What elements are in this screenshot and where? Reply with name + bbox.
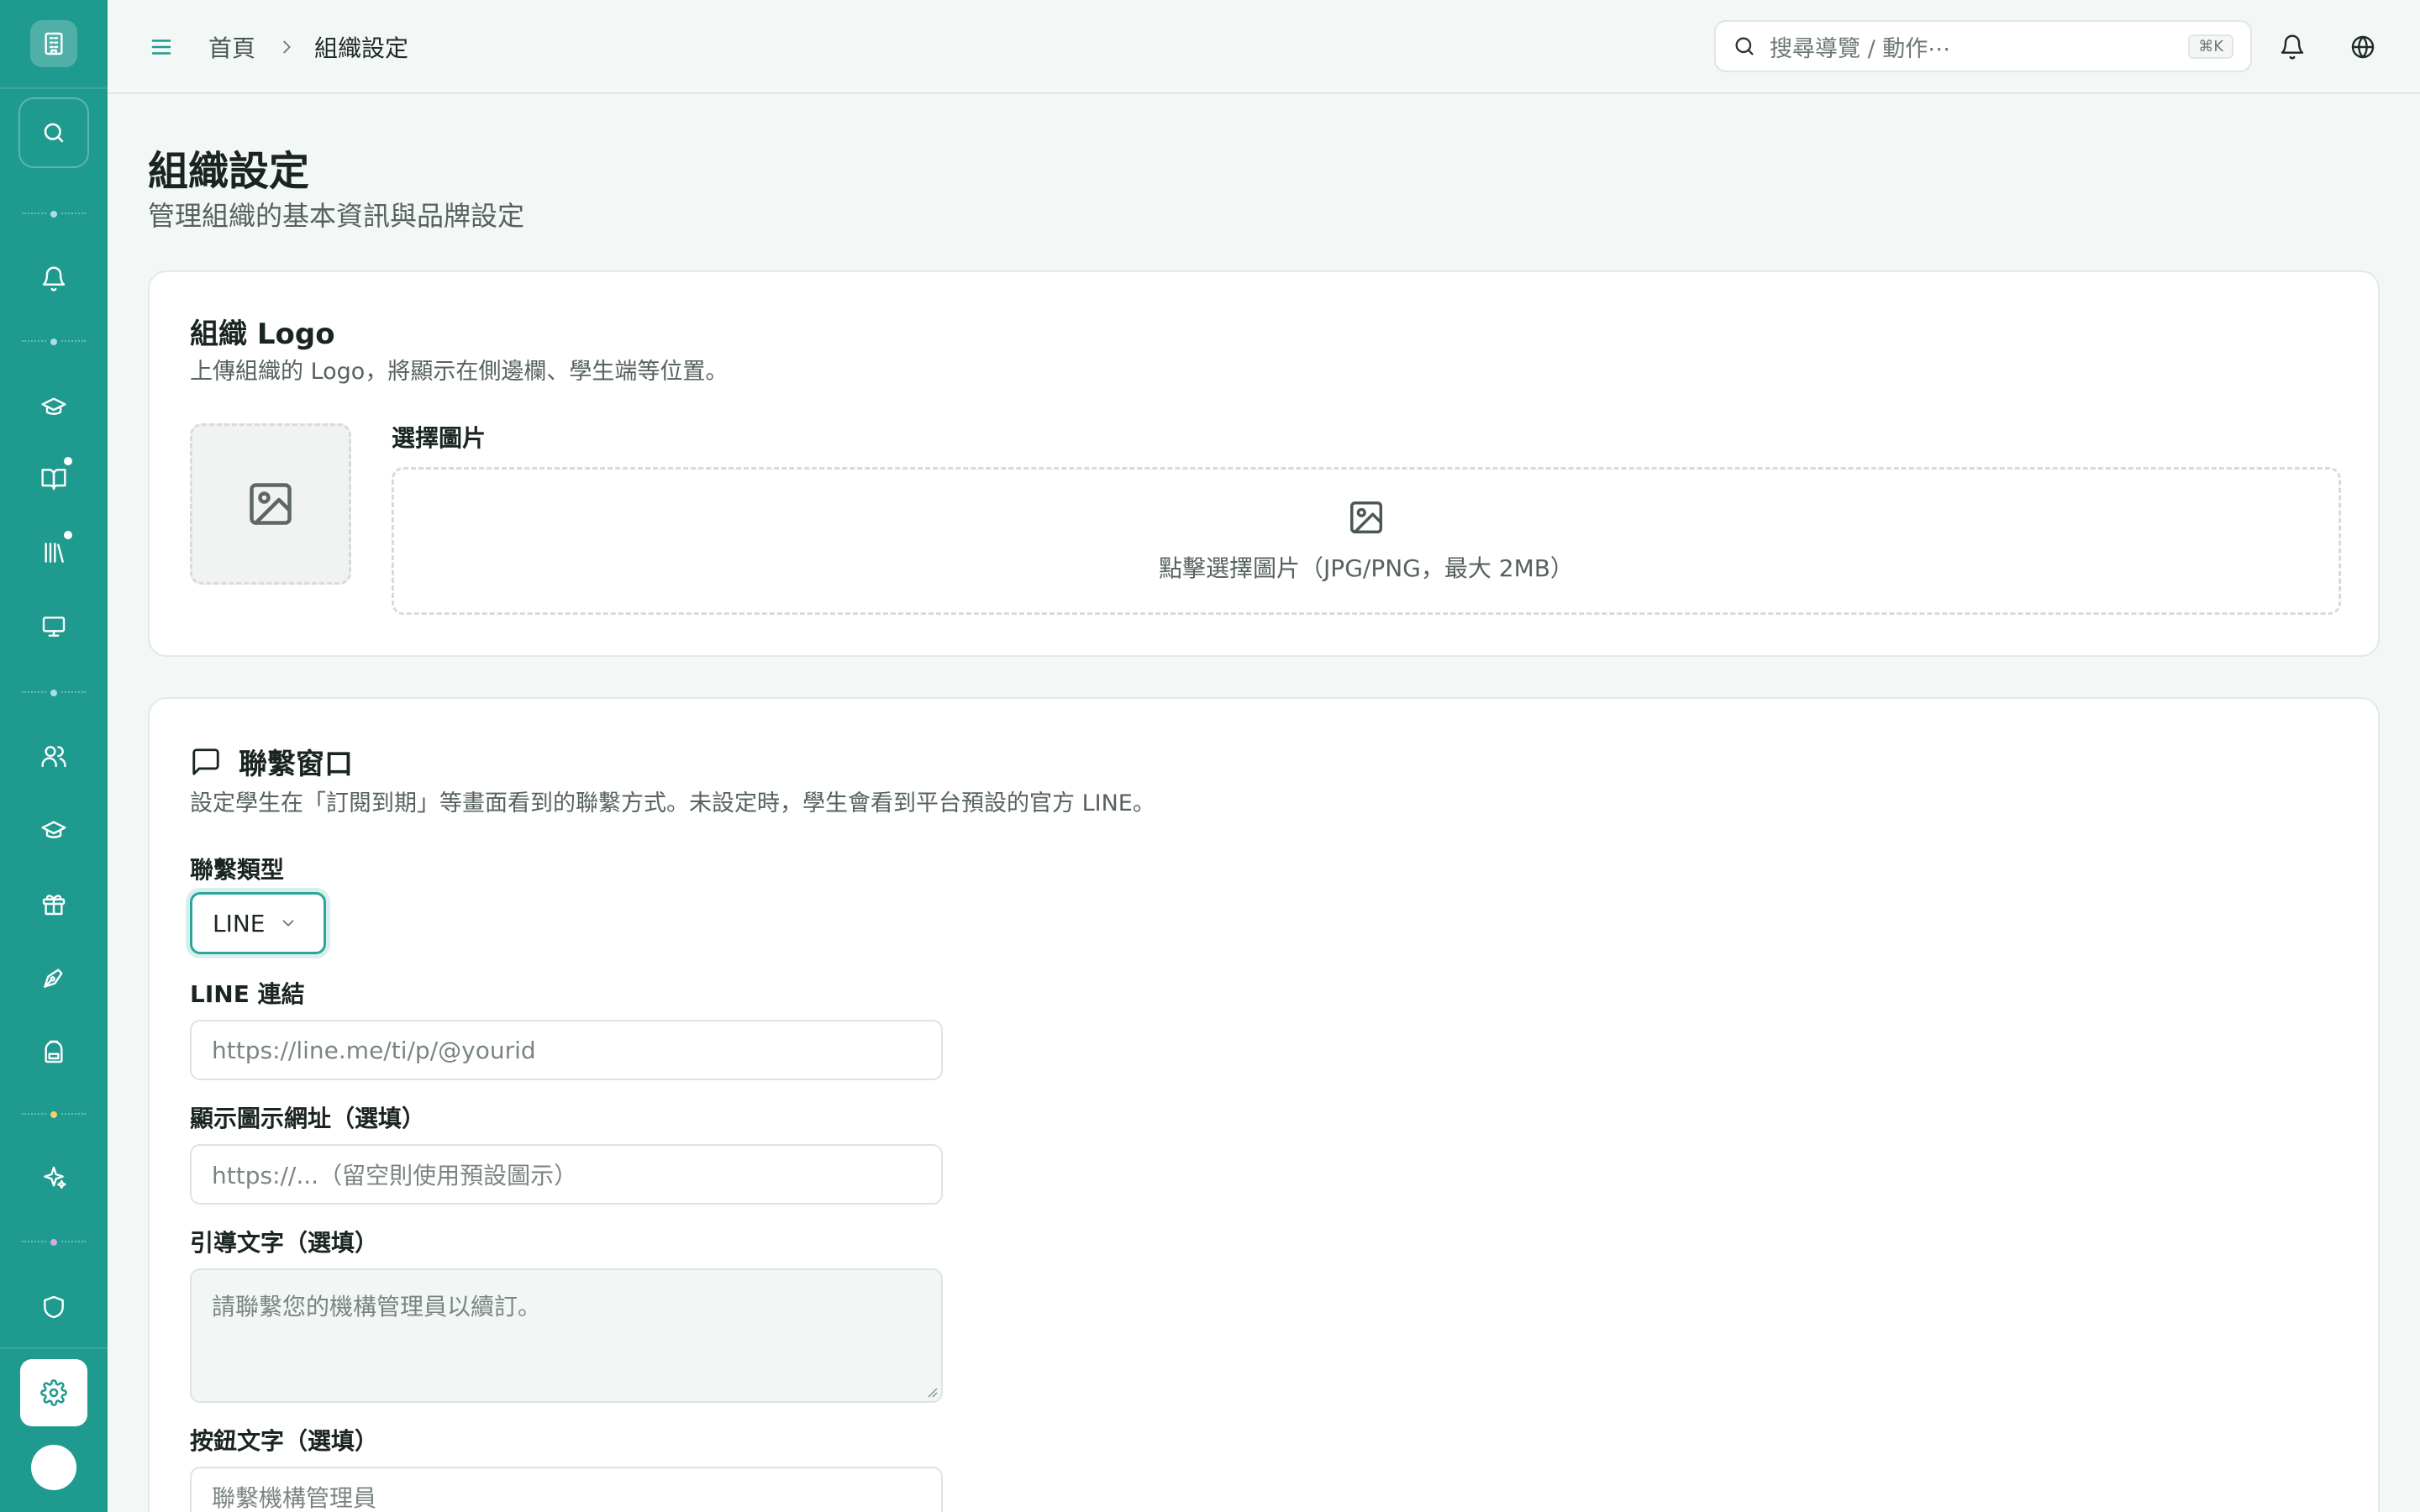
line-link-label: LINE 連結 bbox=[190, 980, 305, 1008]
sidebar-item-materials[interactable] bbox=[27, 452, 81, 506]
line-link-input[interactable]: https://line.me/ti/p/@yourid bbox=[190, 1020, 943, 1080]
message-square-icon bbox=[190, 746, 222, 778]
org-logo-button[interactable] bbox=[30, 20, 77, 67]
sidebar-item-editor[interactable] bbox=[27, 951, 81, 1005]
logo-card: 組織 Logo 上傳組織的 Logo，將顯示在側邊欄、學生端等位置。 選擇圖片 … bbox=[148, 270, 2380, 657]
contact-card-title: 聯繫窗口 bbox=[190, 741, 353, 782]
guide-text-placeholder: 請聯繫您的機構管理員以續訂。 bbox=[212, 1293, 542, 1320]
book-open-icon bbox=[40, 465, 67, 492]
library-icon bbox=[40, 539, 67, 566]
image-icon bbox=[1347, 498, 1386, 537]
users-icon bbox=[40, 743, 67, 769]
sidebar-item-assignments[interactable] bbox=[27, 1025, 81, 1079]
sidebar bbox=[0, 0, 108, 1512]
global-search-input[interactable]: 搜尋導覽 / 動作⋯ ⌘K bbox=[1714, 20, 2252, 72]
contact-type-value: LINE bbox=[213, 909, 266, 937]
sidebar-search-button[interactable] bbox=[18, 97, 89, 168]
sidebar-item-security[interactable] bbox=[27, 1280, 81, 1334]
avatar[interactable] bbox=[31, 1445, 76, 1490]
sidebar-divider bbox=[0, 1347, 108, 1349]
sidebar-item-settings[interactable] bbox=[20, 1359, 87, 1426]
sidebar-divider bbox=[0, 87, 108, 89]
chevron-right-icon bbox=[277, 38, 296, 56]
sidebar-item-rewards[interactable] bbox=[27, 877, 81, 931]
globe-icon bbox=[2349, 34, 2376, 60]
contact-card-description: 設定學生在「訂閱到期」等畫面看到的聯繫方式。未設定時，學生會看到平台預設的官方 … bbox=[190, 790, 1155, 816]
shield-icon bbox=[40, 1294, 67, 1320]
bell-icon bbox=[40, 265, 67, 292]
monitor-icon bbox=[40, 613, 67, 640]
breadcrumb-home-link[interactable]: 首頁 bbox=[208, 30, 255, 64]
sidebar-item-students[interactable] bbox=[27, 803, 81, 857]
button-text-label: 按鈕文字（選填） bbox=[190, 1427, 379, 1455]
sidebar-group-separator bbox=[22, 208, 86, 220]
choose-image-label: 選擇圖片 bbox=[392, 424, 487, 452]
button-text-input[interactable]: 聯繫機構管理員 bbox=[190, 1467, 943, 1512]
graduation-cap-icon bbox=[40, 393, 67, 420]
sidebar-group-separator bbox=[22, 336, 86, 348]
notification-dot bbox=[64, 457, 72, 465]
gear-icon bbox=[40, 1379, 67, 1406]
building-icon bbox=[40, 30, 67, 57]
notification-dot bbox=[64, 531, 72, 539]
icon-url-label: 顯示圖示網址（選填） bbox=[190, 1105, 426, 1132]
sparkles-icon bbox=[40, 1164, 67, 1191]
sidebar-item-library[interactable] bbox=[27, 526, 81, 580]
topbar: 首頁 組織設定 搜尋導覽 / 動作⋯ ⌘K bbox=[108, 0, 2420, 94]
image-dropzone[interactable]: 點擊選擇圖片（JPG/PNG，最大 2MB） bbox=[392, 467, 2341, 615]
icon-url-input[interactable]: https://...（留空則使用預設圖示） bbox=[190, 1144, 943, 1205]
menu-icon bbox=[149, 34, 174, 60]
search-icon bbox=[41, 120, 66, 145]
guide-text-label: 引導文字（選填） bbox=[190, 1229, 379, 1257]
bell-icon bbox=[2279, 34, 2306, 60]
page-subtitle: 管理組織的基本資訊與品牌設定 bbox=[148, 200, 525, 232]
breadcrumb-current: 組織設定 bbox=[314, 34, 409, 62]
image-icon bbox=[245, 479, 296, 529]
sidebar-item-courses[interactable] bbox=[27, 380, 81, 433]
logo-card-description: 上傳組織的 Logo，將顯示在側邊欄、學生端等位置。 bbox=[190, 359, 729, 385]
contact-card-title-text: 聯繫窗口 bbox=[239, 748, 353, 781]
logo-card-title: 組織 Logo bbox=[190, 318, 335, 351]
sidebar-group-separator bbox=[22, 1109, 86, 1121]
sidebar-group-separator bbox=[22, 1236, 86, 1248]
notifications-button[interactable] bbox=[2274, 29, 2311, 66]
sidebar-item-members[interactable] bbox=[27, 729, 81, 783]
breadcrumb: 首頁 組織設定 bbox=[208, 30, 408, 64]
gift-icon bbox=[40, 890, 67, 917]
contact-type-label: 聯繫類型 bbox=[190, 856, 285, 884]
sidebar-item-classroom[interactable] bbox=[27, 600, 81, 654]
search-icon bbox=[1733, 34, 1756, 58]
pen-tool-icon bbox=[40, 964, 67, 991]
contact-card: 聯繫窗口 設定學生在「訂閱到期」等畫面看到的聯繫方式。未設定時，學生會看到平台預… bbox=[148, 697, 2380, 1512]
contact-type-select[interactable]: LINE bbox=[190, 892, 326, 954]
sidebar-item-ai[interactable] bbox=[27, 1151, 81, 1205]
search-shortcut-badge: ⌘K bbox=[2188, 34, 2233, 59]
guide-text-textarea[interactable]: 請聯繫您的機構管理員以續訂。 bbox=[190, 1268, 943, 1403]
sidebar-group-separator bbox=[22, 687, 86, 699]
sidebar-item-notifications[interactable] bbox=[27, 252, 81, 306]
search-placeholder: 搜尋導覽 / 動作⋯ bbox=[1770, 35, 1951, 62]
logo-preview bbox=[190, 423, 351, 585]
dropzone-text: 點擊選擇圖片（JPG/PNG，最大 2MB） bbox=[1159, 554, 1574, 582]
resize-handle-icon[interactable] bbox=[926, 1386, 938, 1398]
language-button[interactable] bbox=[2344, 29, 2381, 66]
graduation-cap-icon bbox=[40, 816, 67, 843]
menu-toggle-button[interactable] bbox=[145, 30, 178, 64]
chevron-down-icon bbox=[279, 914, 297, 932]
backpack-icon bbox=[40, 1038, 67, 1065]
page-title: 組織設定 bbox=[148, 148, 310, 195]
